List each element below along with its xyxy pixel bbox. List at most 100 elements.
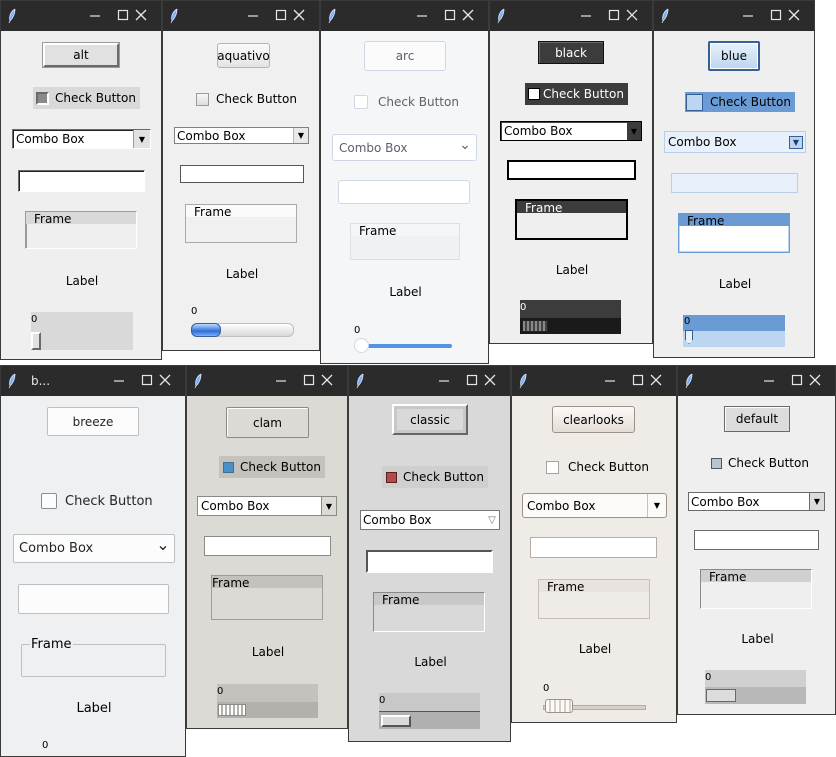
combo-box[interactable]: Combo Box ▼ [197,496,337,516]
scale-handle[interactable] [706,689,736,702]
text-entry[interactable] [507,160,636,180]
combo-box[interactable]: Combo Box ▼ [500,121,642,141]
check-button[interactable]: Check Button [382,466,488,488]
scale-handle[interactable] [191,323,221,337]
theme-button[interactable]: black [538,41,604,64]
maximize-icon[interactable] [301,371,317,389]
theme-button[interactable]: clam [226,407,309,438]
scale-slider[interactable]: 0 [379,693,480,729]
close-icon[interactable] [319,371,335,389]
chevron-down-icon[interactable]: ▼ [321,497,336,515]
checkbox-icon[interactable] [546,460,559,474]
combo-box[interactable]: Combo Box ▼ [522,493,667,518]
scale-handle[interactable] [218,704,246,716]
theme-button[interactable]: classic [392,404,468,435]
combo-box[interactable]: Combo Box ▽ [360,510,500,530]
text-entry[interactable] [530,537,657,558]
checkbox-icon[interactable] [196,92,209,106]
check-button[interactable]: Check Button [196,89,301,109]
close-icon[interactable] [133,6,149,24]
close-icon[interactable] [460,6,476,24]
combo-box[interactable]: Combo Box ⌄ [332,134,477,161]
chevron-down-icon[interactable]: ▼ [647,494,666,517]
combo-box[interactable]: Combo Box ▼ [12,129,151,149]
scale-slider[interactable]: 0 [31,312,133,350]
combo-box[interactable]: Combo Box ⌄ [13,534,175,563]
minimize-icon[interactable] [740,6,756,24]
checkbox-icon[interactable] [41,493,57,509]
maximize-icon[interactable] [630,371,646,389]
minimize-icon[interactable] [436,371,452,389]
minimize-icon[interactable] [761,371,777,389]
check-button[interactable]: Check Button [219,456,325,478]
close-icon[interactable] [157,371,173,389]
theme-button[interactable]: default [724,406,790,432]
scale-slider[interactable]: 0 [41,738,147,756]
text-entry[interactable] [18,584,169,614]
minimize-icon[interactable] [602,371,618,389]
scale-trough[interactable] [362,344,452,348]
maximize-icon[interactable] [273,6,289,24]
scale-slider[interactable]: 0 [683,315,785,347]
close-icon[interactable] [291,6,307,24]
combo-box[interactable]: Combo Box ▼ [664,131,806,153]
scale-slider[interactable]: 0 [705,670,806,704]
scale-trough[interactable] [31,312,133,350]
scale-handle[interactable] [31,332,41,350]
scale-handle[interactable] [522,320,548,332]
checkbox-icon[interactable] [36,91,49,105]
chevron-down-icon[interactable]: ⌄ [152,535,174,562]
close-icon[interactable] [786,6,802,24]
maximize-icon[interactable] [606,6,622,24]
text-entry[interactable] [338,180,470,204]
maximize-icon[interactable] [139,371,155,389]
checkbox-icon[interactable] [528,88,540,100]
check-button[interactable]: Check Button [711,453,813,473]
maximize-icon[interactable] [464,371,480,389]
checkbox-icon[interactable] [354,95,368,109]
scale-slider[interactable]: 0 [543,681,646,714]
chevron-down-icon[interactable]: ⌄ [454,135,476,160]
checkbox-icon[interactable] [386,471,397,483]
checkbox-icon[interactable] [686,93,703,111]
check-button[interactable]: Check Button [33,87,140,109]
scale-handle[interactable] [354,338,369,353]
check-button[interactable]: Check Button [354,92,463,112]
maximize-icon[interactable] [768,6,784,24]
combo-box[interactable]: Combo Box ▼ [688,492,825,511]
maximize-icon[interactable] [789,371,805,389]
minimize-icon[interactable] [414,6,430,24]
chevron-down-icon[interactable]: ▼ [293,128,308,143]
text-entry[interactable] [694,530,819,550]
minimize-icon[interactable] [578,6,594,24]
chevron-down-icon[interactable]: ▼ [809,493,824,510]
check-button[interactable]: Check Button [525,83,628,105]
chevron-down-icon[interactable]: ▼ [627,122,641,140]
theme-button[interactable]: alt [43,43,119,67]
check-button[interactable]: Check Button [685,92,795,112]
checkbox-icon[interactable] [223,461,234,473]
close-icon[interactable] [648,371,664,389]
theme-button[interactable]: clearlooks [552,406,635,433]
maximize-icon[interactable] [115,6,131,24]
scale-slider[interactable]: 0 [520,300,621,334]
close-icon[interactable] [482,371,498,389]
scale-handle[interactable] [381,715,411,727]
text-entry[interactable] [366,550,493,573]
scale-slider[interactable]: 0 [354,324,454,358]
theme-button[interactable]: arc [364,41,446,71]
theme-button[interactable]: blue [708,41,760,71]
close-icon[interactable] [624,6,640,24]
text-entry[interactable] [204,536,331,556]
chevron-down-icon[interactable]: ▼ [787,132,805,152]
text-entry[interactable] [18,170,145,192]
checkbox-icon[interactable] [711,457,722,469]
chevron-down-icon[interactable]: ▼ [133,130,150,148]
text-entry[interactable] [671,173,798,193]
theme-button[interactable]: breeze [47,407,139,436]
theme-button[interactable]: aquativo [217,43,270,68]
scale-slider[interactable]: 0 [217,684,318,718]
text-entry[interactable] [180,165,304,183]
check-button[interactable]: Check Button [546,457,653,477]
minimize-icon[interactable] [273,371,289,389]
